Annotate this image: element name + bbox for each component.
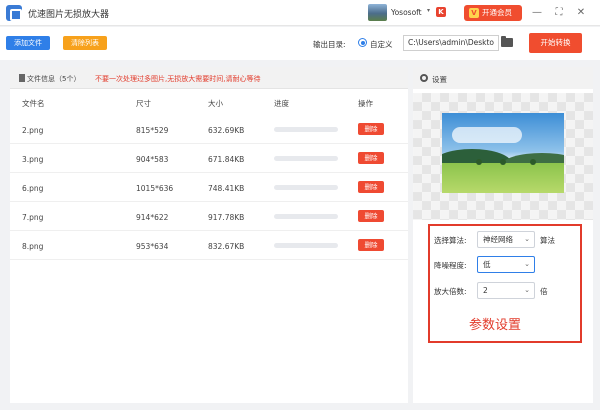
warning-text: 不要一次处理过多图片,无损放大需要时间,请耐心等待 [95,75,261,83]
parameter-settings-title: 参数设置 [469,318,522,333]
preview-image [442,113,564,193]
algorithm-suffix: 算法 [540,236,555,245]
file-list-panel: 文件信息（5个） 不要一次处理过多图片,无损放大需要时间,请耐心等待 文件名 尺… [10,67,408,403]
scale-select[interactable]: 2 ⌄ [477,282,535,299]
progress-bar [274,214,338,219]
algorithm-select[interactable]: 神经网络 ⌄ [477,231,535,248]
user-menu-caret-icon[interactable]: ▾ [427,7,430,14]
file-panel-header: 文件信息（5个） 不要一次处理过多图片,无损放大需要时间,请耐心等待 [10,67,408,89]
file-dimensions: 1015*636 [136,184,174,193]
clear-list-button[interactable]: 清除列表 [63,36,107,50]
file-size: 917.78KB [208,213,245,222]
scale-label: 放大倍数: [434,287,467,296]
column-header-action: 操作 [358,99,373,108]
gear-icon [420,74,428,82]
progress-bar [274,127,338,132]
start-convert-button[interactable]: 开始转换 [529,33,582,53]
noise-label: 降噪程度: [434,261,467,270]
user-name[interactable]: Yososoft [391,8,422,17]
file-size: 832.67KB [208,242,245,251]
chevron-down-icon: ⌄ [524,260,530,268]
delete-button[interactable]: 删除 [358,123,384,135]
close-icon[interactable]: ✕ [574,6,588,20]
add-file-button[interactable]: 添加文件 [6,36,50,50]
file-info-label: 文件信息（5个） [27,75,81,83]
output-dir-label: 输出目录: [313,40,346,49]
column-header-filesize: 大小 [208,99,223,108]
minimize-icon[interactable]: — [530,6,544,20]
algorithm-value: 神经网络 [483,235,513,244]
file-dimensions: 904*583 [136,155,169,164]
file-name: 7.png [22,213,44,222]
toolbar: 添加文件 清除列表 输出目录: 自定义 C:\Users\admin\Deskt… [0,27,600,60]
settings-header: 设置 [413,67,593,89]
chevron-down-icon: ⌄ [524,286,530,294]
file-name: 2.png [22,126,44,135]
chevron-down-icon: ⌄ [524,235,530,243]
file-dimensions: 914*622 [136,213,169,222]
settings-label: 设置 [432,75,447,84]
noise-value: 低 [483,260,491,269]
scale-suffix: 倍 [540,287,548,296]
user-badge-icon: K [436,7,446,17]
file-name: 3.png [22,155,44,164]
user-avatar[interactable] [368,4,387,21]
delete-button[interactable]: 删除 [358,210,384,222]
parameter-settings-box: 选择算法: 神经网络 ⌄ 算法 降噪程度: 低 ⌄ 放大倍数: 2 ⌄ 倍 参数… [428,224,582,343]
file-dimensions: 815*529 [136,126,169,135]
table-row: 3.png 904*583 671.84KB 删除 [10,144,408,173]
output-path-input[interactable]: C:\Users\admin\Deskto [403,35,499,51]
progress-bar [274,243,338,248]
delete-button[interactable]: 删除 [358,181,384,193]
table-row: 7.png 914*622 917.78KB 删除 [10,202,408,231]
custom-dir-label[interactable]: 自定义 [370,39,393,50]
file-size: 748.41KB [208,184,245,193]
column-header-name: 文件名 [22,99,45,108]
progress-bar [274,156,338,161]
title-bar: 优速图片无损放大器 Yososoft ▾ K V 开通会员 — ⛶ ✕ [0,0,600,26]
file-dimensions: 953*634 [136,242,169,251]
scale-value: 2 [483,286,488,295]
table-row: 6.png 1015*636 748.41KB 删除 [10,173,408,202]
folder-icon[interactable] [501,36,513,47]
algorithm-label: 选择算法: [434,236,467,245]
column-header-progress: 进度 [274,99,289,108]
file-size: 671.84KB [208,155,245,164]
maximize-icon[interactable]: ⛶ [552,6,566,20]
file-size: 632.69KB [208,126,245,135]
column-header-size: 尺寸 [136,99,151,108]
file-name: 8.png [22,242,44,251]
custom-dir-radio[interactable] [358,38,367,47]
document-icon [19,74,25,82]
vip-button[interactable]: V 开通会员 [464,5,522,21]
delete-button[interactable]: 删除 [358,152,384,164]
vip-label: 开通会员 [482,8,512,17]
progress-bar [274,185,338,190]
table-row: 8.png 953*634 832.67KB 删除 [10,231,408,260]
delete-button[interactable]: 删除 [358,239,384,251]
table-row: 2.png 815*529 632.69KB 删除 [10,115,408,144]
app-title: 优速图片无损放大器 [28,10,110,20]
vip-icon: V [469,8,479,18]
app-logo-icon [6,5,22,21]
noise-select[interactable]: 低 ⌄ [477,256,535,273]
file-name: 6.png [22,184,44,193]
